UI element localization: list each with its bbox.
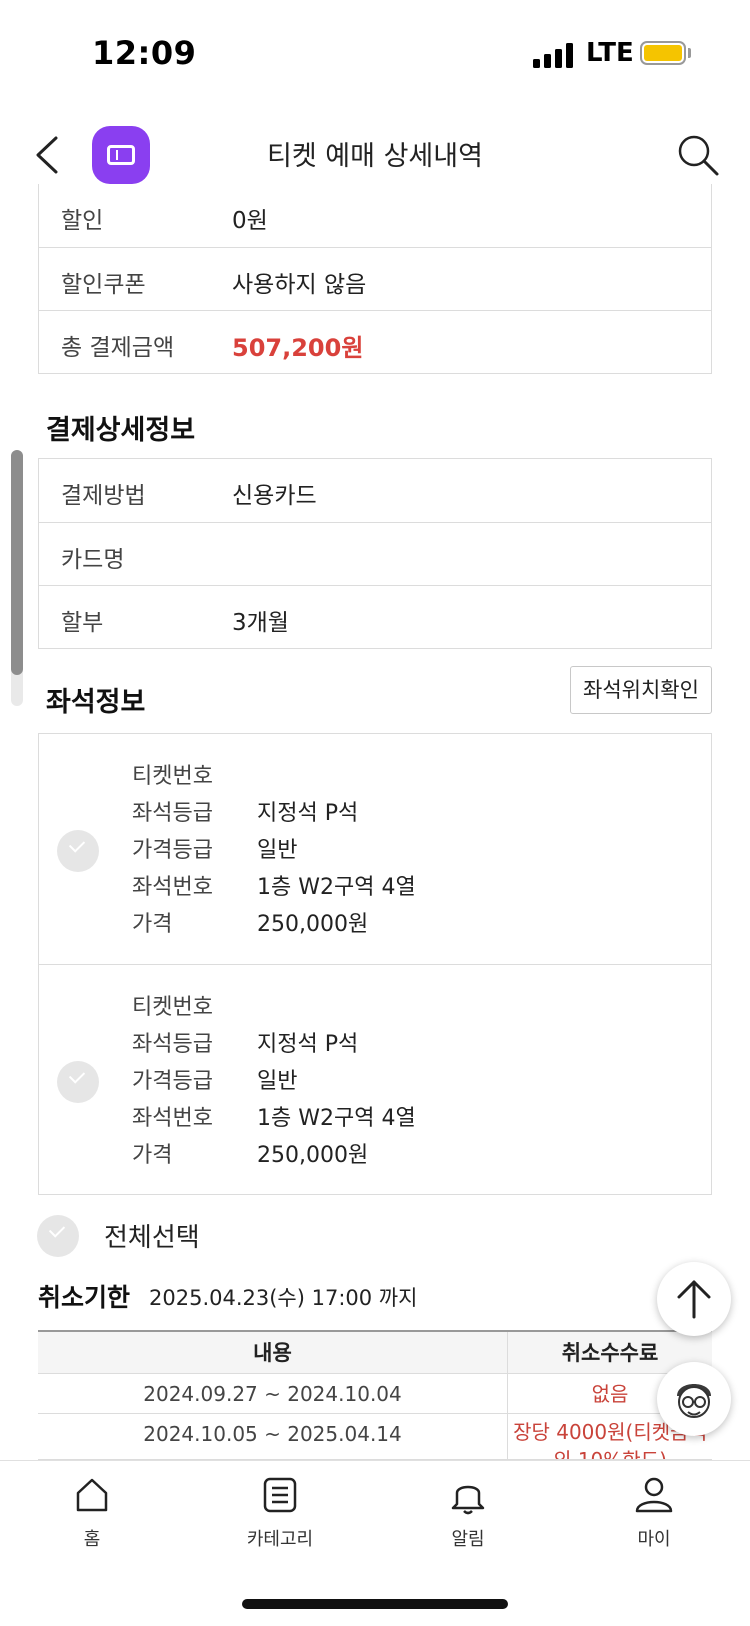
tab-home-label: 홈 — [83, 1529, 101, 1550]
period-cell: 2024.09.27 ~ 2024.10.04 — [38, 1374, 508, 1413]
table-row: 2024.10.05 ~ 2025.04.14 장당 4000원(티켓금액의 1… — [38, 1414, 712, 1460]
installment-row: 할부 3개월 — [39, 585, 711, 648]
bell-icon — [451, 1485, 485, 1515]
home-icon — [76, 1478, 108, 1512]
installment-label: 할부 — [61, 610, 104, 636]
ticket-checkbox[interactable] — [57, 1061, 99, 1103]
price-label: 가격 — [132, 1143, 173, 1168]
status-time: 12:09 — [92, 34, 197, 72]
price-value: 250,000원 — [257, 912, 369, 937]
seat-location-button[interactable]: 좌석위치확인 — [570, 666, 712, 714]
tab-notifications-label: 알림 — [451, 1529, 485, 1550]
tab-category-label: 카테고리 — [246, 1529, 314, 1550]
card-name-label: 카드명 — [61, 547, 125, 573]
signal-icon — [533, 42, 573, 68]
tab-notifications[interactable]: 알림 — [408, 1473, 528, 1563]
coupon-label: 할인쿠폰 — [61, 272, 146, 298]
payment-summary-table: 할인 0원 할인쿠폰 사용하지 않음 총 결제금액 507,200원 — [38, 184, 712, 374]
payment-detail-title: 결제상세정보 — [46, 415, 196, 446]
price-grade-value: 일반 — [257, 838, 298, 863]
price-label: 가격 — [132, 912, 173, 937]
seat-no-label: 좌석번호 — [132, 875, 213, 900]
network-label: LTE — [586, 38, 634, 68]
tab-category[interactable]: 카테고리 — [220, 1473, 340, 1563]
tab-home[interactable]: 홈 — [32, 1473, 152, 1563]
bottom-tab-bar: 홈 카테고리 알림 마이 — [0, 1460, 750, 1626]
search-icon — [678, 135, 719, 176]
page-title: 티켓 예매 상세내역 — [267, 141, 483, 172]
category-icon — [263, 1477, 297, 1513]
ticket-no-label: 티켓번호 — [132, 995, 213, 1020]
select-all-checkbox[interactable] — [37, 1215, 79, 1257]
payment-method-label: 결제방법 — [61, 483, 146, 509]
battery-icon — [640, 41, 686, 65]
seat-grade-label: 좌석등급 — [132, 801, 213, 826]
period-cell: 2024.10.05 ~ 2025.04.14 — [38, 1414, 508, 1459]
seat-list: 티켓번호 좌석등급 지정석 P석 가격등급 일반 좌석번호 1층 W2구역 4열… — [38, 733, 712, 1195]
total-row: 총 결제금액 507,200원 — [39, 310, 711, 373]
seat-no-value: 1층 W2구역 4열 — [257, 1106, 416, 1131]
seat-no-label: 좌석번호 — [132, 1106, 213, 1131]
cancel-deadline-title: 취소기한 — [38, 1283, 131, 1312]
payment-method-value: 신용카드 — [232, 483, 317, 509]
total-amount: 507,200원 — [232, 334, 364, 362]
ticket-item[interactable]: 티켓번호 좌석등급 지정석 P석 가격등급 일반 좌석번호 1층 W2구역 4열… — [39, 734, 711, 964]
discount-row: 할인 0원 — [39, 184, 711, 247]
discount-value: 0원 — [232, 208, 268, 234]
installment-value: 3개월 — [232, 610, 289, 636]
status-bar: 12:09 LTE — [0, 0, 750, 110]
ticket-item[interactable]: 티켓번호 좌석등급 지정석 P석 가격등급 일반 좌석번호 1층 W2구역 4열… — [39, 964, 711, 1194]
column-header-content: 내용 — [38, 1332, 508, 1373]
price-grade-label: 가격등급 — [132, 1069, 213, 1094]
total-label: 총 결제금액 — [61, 335, 175, 361]
home-indicator — [242, 1599, 508, 1609]
search-button[interactable] — [674, 130, 722, 180]
chatbot-button[interactable] — [657, 1362, 731, 1436]
payment-detail-table: 결제방법 신용카드 카드명 할부 3개월 — [38, 458, 712, 649]
payment-method-row: 결제방법 신용카드 — [39, 459, 711, 522]
tab-my-label: 마이 — [637, 1529, 671, 1550]
seat-grade-value: 지정석 P석 — [257, 801, 359, 826]
price-grade-label: 가격등급 — [132, 838, 213, 863]
scroll-to-top-button[interactable] — [657, 1262, 731, 1336]
chatbot-face-icon — [677, 1384, 711, 1418]
cancel-fee-table: 내용 취소수수료 2024.09.27 ~ 2024.10.04 없음 2024… — [38, 1330, 712, 1460]
tab-my[interactable]: 마이 — [594, 1473, 714, 1563]
cancel-deadline-date: 2025.04.23(수) 17:00 까지 — [149, 1286, 418, 1310]
ticket-checkbox[interactable] — [57, 830, 99, 872]
table-header: 내용 취소수수료 — [38, 1332, 712, 1374]
coupon-row: 할인쿠폰 사용하지 않음 — [39, 247, 711, 310]
table-row: 2024.09.27 ~ 2024.10.04 없음 — [38, 1374, 712, 1414]
seat-no-value: 1층 W2구역 4열 — [257, 875, 416, 900]
seat-info-title: 좌석정보 — [46, 687, 146, 718]
price-value: 250,000원 — [257, 1143, 369, 1168]
arrow-up-icon — [677, 1280, 711, 1319]
seat-grade-value: 지정석 P석 — [257, 1032, 359, 1057]
card-name-row: 카드명 — [39, 522, 711, 585]
discount-label: 할인 — [61, 208, 104, 234]
scrollbar-thumb[interactable] — [11, 450, 23, 675]
scrollbar[interactable] — [11, 450, 23, 706]
select-all-label[interactable]: 전체선택 — [104, 1217, 200, 1254]
user-icon — [635, 1477, 673, 1513]
price-grade-value: 일반 — [257, 1069, 298, 1094]
coupon-value: 사용하지 않음 — [232, 272, 367, 298]
seat-grade-label: 좌석등급 — [132, 1032, 213, 1057]
ticket-no-label: 티켓번호 — [132, 764, 213, 789]
